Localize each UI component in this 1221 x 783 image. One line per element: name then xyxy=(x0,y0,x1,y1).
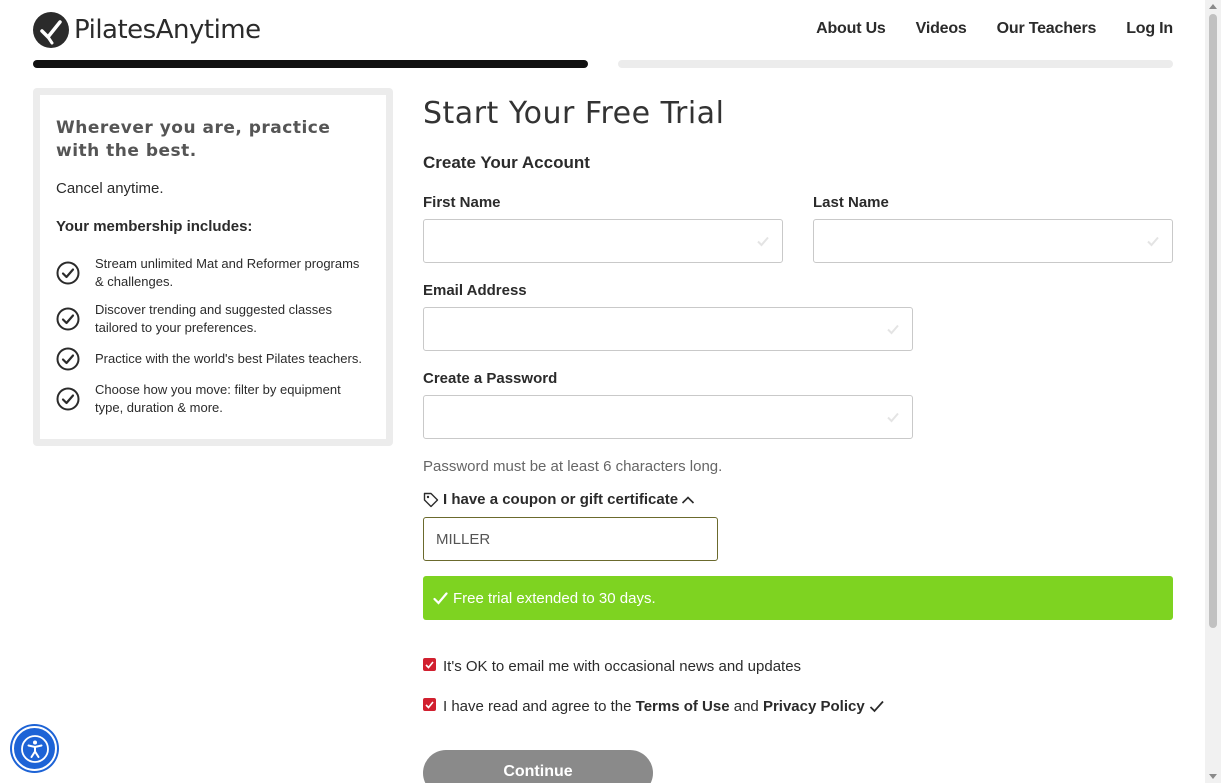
nav-videos[interactable]: Videos xyxy=(916,20,967,38)
section-title: Create Your Account xyxy=(423,153,590,172)
email-optin-row: It's OK to email me with occasional news… xyxy=(423,658,801,675)
password-label: Create a Password xyxy=(423,370,558,387)
page-title: Start Your Free Trial xyxy=(423,96,725,131)
feature-text: Discover trending and suggested classes … xyxy=(95,302,333,335)
progress-step-pending xyxy=(618,60,1173,68)
tag-icon xyxy=(423,492,439,507)
password-hint: Password must be at least 6 characters l… xyxy=(423,458,723,475)
logo-text: PilatesAnytime xyxy=(74,15,261,45)
promo-includes-heading: Your membership includes: xyxy=(56,218,253,235)
feature-item: Practice with the world's best Pilates t… xyxy=(56,347,370,371)
coupon-success-banner: Free trial extended to 30 days. xyxy=(423,576,1173,620)
continue-button[interactable]: Continue xyxy=(423,750,653,783)
nav-log-in[interactable]: Log In xyxy=(1126,20,1173,38)
feature-item: Discover trending and suggested classes … xyxy=(56,301,370,337)
email-optin-checkbox[interactable] xyxy=(423,658,436,671)
last-name-field[interactable] xyxy=(813,219,1173,263)
first-name-input[interactable] xyxy=(424,220,782,262)
accessibility-icon xyxy=(20,734,49,763)
promo-content: Wherever you are, practice with the best… xyxy=(40,95,386,439)
chevron-up-icon xyxy=(681,495,695,504)
page-scrollbar[interactable] xyxy=(1205,0,1221,783)
signup-form: Start Your Free Trial Create Your Accoun… xyxy=(423,96,1173,173)
scroll-down-arrow-icon[interactable] xyxy=(1209,774,1217,779)
valid-check-icon xyxy=(887,324,899,335)
logo[interactable]: PilatesAnytime xyxy=(33,12,261,48)
coupon-toggle[interactable]: I have a coupon or gift certificate xyxy=(423,491,699,508)
promo-cancel-text: Cancel anytime. xyxy=(56,180,164,197)
feature-item: Stream unlimited Mat and Reformer progra… xyxy=(56,255,370,291)
email-field[interactable] xyxy=(423,307,913,351)
agree-terms-checkbox[interactable] xyxy=(423,698,436,711)
nav-about-us[interactable]: About Us xyxy=(816,20,886,38)
check-circle-icon xyxy=(56,261,80,285)
logo-mark-icon xyxy=(33,12,69,48)
terms-of-use-link[interactable]: Terms of Use xyxy=(636,698,730,715)
feature-list: Stream unlimited Mat and Reformer progra… xyxy=(56,255,370,417)
last-name-input[interactable] xyxy=(814,220,1172,262)
feature-text: Practice with the world's best Pilates t… xyxy=(95,351,362,366)
scroll-thumb[interactable] xyxy=(1209,14,1217,628)
email-input[interactable] xyxy=(424,308,912,350)
first-name-label: First Name xyxy=(423,194,501,211)
password-field[interactable] xyxy=(423,395,913,439)
email-optin-label[interactable]: It's OK to email me with occasional news… xyxy=(443,658,801,675)
success-message: Free trial extended to 30 days. xyxy=(453,589,656,607)
main-nav: About Us Videos Our Teachers Log In xyxy=(816,20,1173,38)
nav-our-teachers[interactable]: Our Teachers xyxy=(997,20,1097,38)
first-name-field[interactable] xyxy=(423,219,783,263)
agree-terms-row: I have read and agree to the Terms of Us… xyxy=(423,698,885,715)
valid-check-icon xyxy=(1147,236,1159,247)
coupon-field[interactable] xyxy=(423,517,718,561)
feature-text: Stream unlimited Mat and Reformer progra… xyxy=(95,256,360,289)
password-input[interactable] xyxy=(424,396,912,438)
valid-check-icon xyxy=(757,236,769,247)
agree-prefix: I have read and agree to the xyxy=(443,698,632,715)
privacy-policy-link[interactable]: Privacy Policy xyxy=(763,698,865,715)
membership-promo-panel: Wherever you are, practice with the best… xyxy=(33,88,393,446)
check-circle-icon xyxy=(56,307,80,331)
site-header: PilatesAnytime About Us Videos Our Teach… xyxy=(0,0,1205,60)
coupon-input[interactable] xyxy=(424,518,717,560)
and-text: and xyxy=(733,698,759,715)
last-name-label: Last Name xyxy=(813,194,889,211)
check-icon xyxy=(869,700,884,713)
scroll-up-arrow-icon[interactable] xyxy=(1209,4,1217,9)
feature-text: Choose how you move: filter by equipment… xyxy=(95,382,341,415)
check-icon xyxy=(433,591,448,605)
check-circle-icon xyxy=(56,347,80,371)
progress-step-complete xyxy=(33,60,588,68)
feature-item: Choose how you move: filter by equipment… xyxy=(56,381,370,417)
coupon-toggle-label: I have a coupon or gift certificate xyxy=(443,491,679,508)
promo-title: Wherever you are, practice with the best… xyxy=(56,118,331,161)
email-label: Email Address xyxy=(423,282,527,299)
check-circle-icon xyxy=(56,387,80,411)
accessibility-button[interactable] xyxy=(12,726,57,771)
valid-check-icon xyxy=(887,412,899,423)
